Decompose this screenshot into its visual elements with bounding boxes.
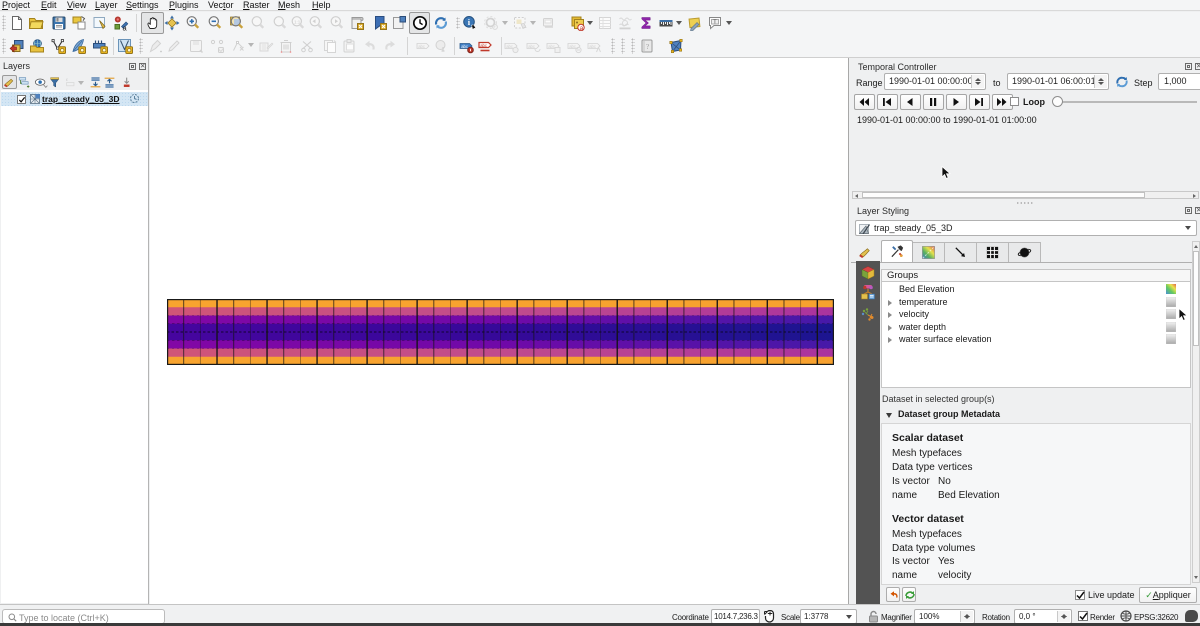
svg-text:abc: abc <box>480 43 487 48</box>
svg-text:abc: abc <box>548 44 555 49</box>
svg-text:1:1: 1:1 <box>294 20 301 25</box>
svg-text:abc: abc <box>506 44 513 49</box>
svg-text:abc: abc <box>589 44 596 49</box>
svg-text:a: a <box>579 25 583 31</box>
svg-text:abc: abc <box>418 44 425 49</box>
svg-text:abc: abc <box>461 44 468 49</box>
svg-text:abc: abc <box>569 44 576 49</box>
svg-text:?: ? <box>646 43 649 51</box>
svg-text:abc: abc <box>528 44 535 49</box>
